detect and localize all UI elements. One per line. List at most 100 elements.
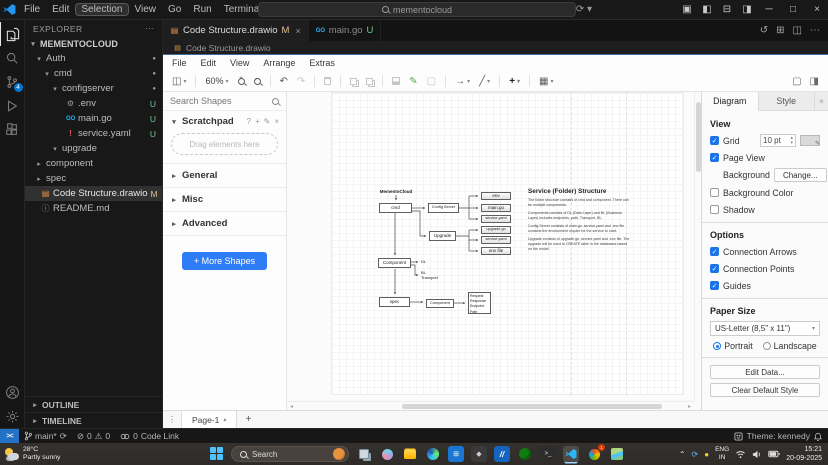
remote-indicator[interactable]: >< (0, 429, 19, 443)
task-view-icon[interactable] (356, 446, 372, 462)
zoom-out-icon[interactable]: – (254, 78, 261, 85)
tree-item-drawio[interactable]: ▤ Code Structure.drawio M (25, 186, 162, 201)
node-envfile[interactable]: env file (481, 247, 511, 255)
scroll-left-icon[interactable]: ◂ (287, 403, 296, 410)
drawio-menu-view[interactable]: View (230, 58, 249, 68)
language-indicator[interactable]: ENG IN (715, 446, 729, 462)
node-component[interactable]: Component (378, 258, 411, 268)
drawio-menu-file[interactable]: File (172, 58, 187, 68)
tree-item-upgrade[interactable]: ▾ upgrade (25, 141, 162, 156)
command-center-search[interactable]: mementocloud (258, 2, 576, 17)
tree-item-configserver[interactable]: ▾ configserver ● (25, 81, 162, 96)
customize-layout-icon[interactable]: ▣ (678, 4, 696, 15)
maps-app-icon[interactable] (609, 446, 625, 462)
node-upgrade[interactable]: Upgrade (429, 231, 456, 241)
tree-item-readme[interactable]: ⓘ README.md (25, 201, 162, 216)
paper-size-select[interactable]: US-Letter (8,5" x 11") ▾ (710, 321, 820, 336)
volume-icon[interactable] (752, 450, 762, 459)
background-change-button[interactable]: Change... (774, 168, 827, 182)
format-tab-style[interactable]: Style (759, 92, 816, 110)
node-serviceyaml[interactable]: service.yaml (481, 215, 511, 223)
drawio-menu-extras[interactable]: Extras (309, 58, 335, 68)
scratchpad-add-icon[interactable]: + (255, 117, 260, 126)
portrait-radio[interactable]: Portrait (713, 341, 752, 351)
node-mementocloud[interactable]: MementoCloud (375, 189, 417, 194)
tree-item-spec[interactable]: ▸ spec (25, 171, 162, 186)
undo-icon[interactable]: ↶ (280, 76, 288, 87)
grid-color-swatch[interactable] (800, 135, 820, 146)
node-config-server[interactable]: Config Server (428, 203, 459, 213)
run-debug-icon[interactable] (0, 94, 25, 118)
problems-status[interactable]: ⊘ 0 ⚠ 0 (72, 431, 115, 442)
zoom-in-icon[interactable]: + (238, 78, 245, 85)
copilot-icon[interactable] (379, 446, 395, 462)
shadow-checkbox[interactable] (710, 205, 719, 214)
tab-maingo[interactable]: GO main.go U (309, 20, 382, 41)
shadow-icon[interactable]: ▢ (427, 76, 436, 87)
battery-icon[interactable] (768, 450, 780, 458)
weather-widget[interactable]: 28°C Partly sunny (4, 446, 154, 463)
node-cmd[interactable]: cmd (379, 203, 412, 213)
to-back-icon[interactable] (366, 78, 373, 85)
vscode-taskbar-icon[interactable] (563, 446, 579, 462)
notifications-bell-icon[interactable] (814, 432, 822, 441)
menu-edit[interactable]: Edit (46, 3, 75, 16)
taskbar-search[interactable]: Search (231, 446, 349, 462)
shapes-section-advanced[interactable]: ▸ Advanced (163, 211, 286, 235)
node-env[interactable]: env (481, 192, 511, 200)
page-view-checkbox[interactable]: ✓ (710, 153, 719, 162)
scratchpad-close-icon[interactable]: × (274, 117, 279, 126)
edit-data-button[interactable]: Edit Data... (710, 365, 820, 379)
split-editor-icon[interactable]: ◫ (793, 25, 802, 36)
search-view-icon[interactable] (0, 46, 25, 70)
pages-menu-icon[interactable]: ⋮ (163, 411, 181, 428)
scratchpad-edit-icon[interactable]: ✎ (264, 117, 271, 126)
node-upgradego[interactable]: upgrade.go (481, 226, 511, 234)
toggle-panel-icon[interactable]: ⊟ (718, 4, 736, 15)
tree-root[interactable]: ▾ MEMENTOCLOUD (25, 36, 162, 51)
outline-section[interactable]: ▸ OUTLINE (25, 396, 162, 412)
guides-checkbox[interactable]: ✓ (710, 281, 719, 290)
connection-points-checkbox[interactable]: ✓ (710, 264, 719, 273)
git-branch-status[interactable]: main* ⟳ (19, 431, 72, 442)
file-explorer-icon[interactable] (402, 446, 418, 462)
clock-widget[interactable]: 15:21 20-09-2025 (786, 445, 822, 463)
feedback-icon[interactable] (734, 432, 743, 441)
zoom-level-dropdown[interactable]: 60% ▾ (205, 76, 228, 86)
to-front-icon[interactable] (350, 78, 357, 85)
node-component2[interactable]: Component (426, 299, 454, 308)
tab-close-icon[interactable]: × (295, 26, 300, 36)
menu-selection[interactable]: Selection (75, 3, 128, 16)
tree-item-maingo[interactable]: GO main.go U (25, 111, 162, 126)
redo-icon[interactable]: ↷ (297, 76, 305, 87)
background-color-checkbox[interactable] (710, 188, 719, 197)
label-dl[interactable]: DL (421, 260, 426, 265)
horizontal-scroll-thumb[interactable] (402, 404, 662, 409)
toggle-secondary-sidebar-icon[interactable]: ◨ (738, 4, 756, 15)
source-control-icon[interactable]: 4 (0, 70, 25, 94)
scratchpad-help-icon[interactable]: ? (247, 117, 251, 126)
diagram-canvas[interactable]: MementoCloud cmd Config Server env main.… (287, 92, 701, 410)
node-spec[interactable]: spec (379, 297, 410, 307)
shape-search-input[interactable] (170, 96, 268, 106)
more-shapes-button[interactable]: + More Shapes (182, 252, 267, 270)
extensions-icon[interactable] (0, 118, 25, 142)
menu-run[interactable]: Run (187, 3, 217, 16)
tray-expand-icon[interactable]: ⌃ (679, 450, 686, 459)
connection-arrows-checkbox[interactable]: ✓ (710, 247, 719, 256)
lm-studio-icon[interactable]: ◆ (471, 446, 487, 462)
refresh-dropdown-icon[interactable]: ⟳ ▾ (576, 4, 592, 15)
shapes-section-general[interactable]: ▸ General (163, 163, 286, 187)
terminal-icon[interactable]: >_ (540, 446, 556, 462)
explorer-icon[interactable] (0, 22, 25, 46)
toggle-format-panel-icon[interactable]: ◨ (810, 76, 819, 87)
vertical-scroll-thumb[interactable] (696, 102, 701, 172)
format-tab-diagram[interactable]: Diagram (702, 92, 759, 111)
grid-checkbox[interactable]: ✓ (710, 136, 719, 145)
format-close-icon[interactable]: × (815, 92, 828, 110)
drawio-menu-edit[interactable]: Edit (201, 58, 217, 68)
maximize-button[interactable]: □ (782, 4, 804, 15)
visual-studio-icon[interactable]: // (494, 446, 510, 462)
timeline-section[interactable]: ▸ TIMELINE (25, 412, 162, 428)
tree-item-auth[interactable]: ▾ Auth ● (25, 51, 162, 66)
